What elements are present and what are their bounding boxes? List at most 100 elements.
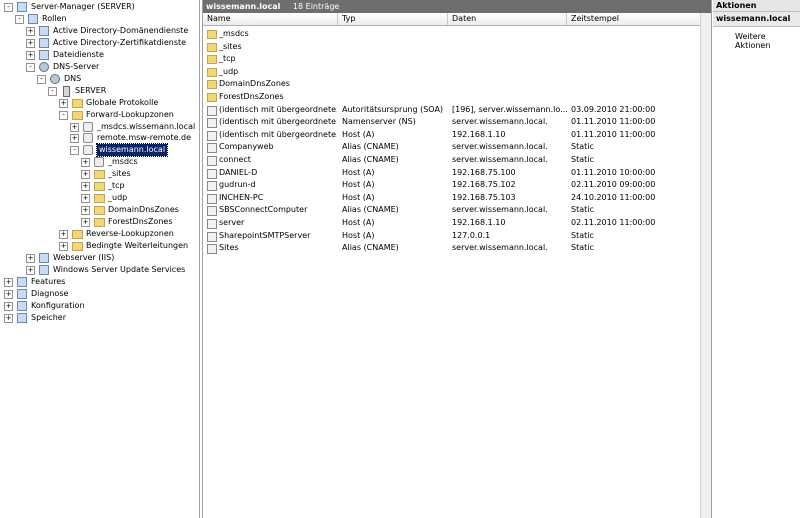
- column-data[interactable]: Daten: [448, 13, 567, 25]
- expand-icon[interactable]: +: [4, 289, 13, 299]
- column-type[interactable]: Typ: [338, 13, 448, 25]
- collapse-icon[interactable]: -: [15, 14, 24, 24]
- collapse-icon[interactable]: -: [70, 146, 79, 156]
- cell-name: INCHEN-PC: [219, 192, 264, 202]
- table-row[interactable]: DANIEL-D Host (A) 192.168.75.100 01.11.2010…: [203, 167, 711, 180]
- expand-icon[interactable]: +: [81, 218, 90, 228]
- table-row[interactable]: ForestDnsZones: [203, 91, 711, 104]
- actions-section-title[interactable]: wissemann.local: [713, 12, 800, 27]
- column-timestamp[interactable]: Zeitstempel: [567, 13, 701, 25]
- expand-icon[interactable]: +: [59, 98, 68, 108]
- collapse-icon[interactable]: -: [4, 3, 13, 12]
- folder-icon: [72, 230, 83, 240]
- collapse-icon[interactable]: -: [59, 110, 68, 120]
- tree-node-label[interactable]: _udp: [108, 192, 127, 204]
- expand-icon[interactable]: +: [26, 50, 35, 60]
- table-row[interactable]: server Host (A) 192.168.1.10 02.11.2010 11:…: [203, 217, 711, 230]
- tree-node-label[interactable]: Diagnose: [31, 288, 68, 300]
- collapse-icon[interactable]: -: [26, 62, 35, 72]
- table-row[interactable]: SharepointSMTPServer Host (A) 127.0.0.1 Sta…: [203, 230, 711, 243]
- table-row[interactable]: DomainDnsZones: [203, 78, 711, 91]
- cell-type: Host (A): [342, 217, 375, 227]
- tree-node-label[interactable]: Forward-Lookupzonen: [86, 109, 174, 121]
- expand-icon[interactable]: +: [59, 230, 68, 240]
- expand-icon[interactable]: +: [26, 253, 35, 263]
- table-row[interactable]: _udp: [203, 66, 711, 79]
- expand-icon[interactable]: +: [26, 26, 35, 36]
- server-icon: [63, 85, 70, 97]
- tree-node-label[interactable]: _msdcs: [108, 156, 138, 168]
- table-row[interactable]: INCHEN-PC Host (A) 192.168.75.103 24.10.201…: [203, 192, 711, 205]
- cell-type: Host (A): [342, 129, 375, 139]
- tree-node-label[interactable]: Globale Protokolle: [86, 97, 158, 109]
- tree-node-label[interactable]: Server-Manager (SERVER): [31, 1, 135, 13]
- tree-node-label[interactable]: _msdcs.wissemann.local: [97, 121, 195, 133]
- expand-icon[interactable]: +: [81, 182, 90, 192]
- folder-icon: [94, 218, 105, 228]
- tree-node-label[interactable]: Active Directory-Domänendienste: [53, 25, 188, 37]
- expand-icon[interactable]: +: [4, 313, 13, 323]
- tree-node-label[interactable]: DNS: [64, 73, 81, 85]
- tree-node-label[interactable]: Webserver (IIS): [53, 252, 114, 264]
- cell-timestamp: 01.11.2010 10:00:00: [571, 167, 656, 177]
- cell-name: Sites: [219, 243, 239, 253]
- collapse-icon[interactable]: -: [37, 74, 46, 84]
- tree-node-label[interactable]: DNS-Server: [53, 61, 99, 73]
- table-row[interactable]: (identisch mit übergeordnete... Host (A) 1…: [203, 129, 711, 142]
- tree-node-label[interactable]: Rollen: [42, 13, 67, 25]
- table-row[interactable]: connect Alias (CNAME) server.wissemann.loc…: [203, 154, 711, 167]
- table-row[interactable]: gudrun-d Host (A) 192.168.75.102 02.11.2010…: [203, 179, 711, 192]
- configuration-icon: [17, 300, 27, 311]
- tree-node-label[interactable]: Dateidienste: [53, 49, 104, 61]
- tree-node-label[interactable]: remote.msw-remote.de: [97, 132, 191, 144]
- folder-icon: [94, 194, 105, 204]
- tree-node-label[interactable]: Windows Server Update Services: [53, 264, 185, 276]
- folder-icon: [207, 92, 217, 102]
- tree-node-label[interactable]: Features: [31, 276, 65, 288]
- expand-icon[interactable]: +: [70, 122, 79, 132]
- table-row[interactable]: _sites: [203, 41, 711, 54]
- tree-node-label[interactable]: Speicher: [31, 312, 66, 324]
- cell-data: 192.168.75.102: [452, 180, 516, 190]
- more-actions-link[interactable]: Weitere Aktionen: [713, 27, 800, 50]
- tree-node-label[interactable]: SERVER: [75, 85, 106, 97]
- cell-type: Alias (CNAME): [342, 142, 399, 152]
- table-row[interactable]: Sites Alias (CNAME) server.wissemann.local…: [203, 242, 711, 255]
- cell-data: server.wissemann.local.: [452, 154, 548, 164]
- tree-node-label[interactable]: Active Directory-Zertifikatdienste: [53, 37, 186, 49]
- expand-icon[interactable]: +: [4, 301, 13, 311]
- folder-icon: [207, 80, 217, 90]
- expand-icon[interactable]: +: [81, 158, 90, 168]
- cell-name: _msdcs: [219, 29, 249, 38]
- expand-icon[interactable]: +: [81, 170, 90, 180]
- vertical-scrollbar[interactable]: [700, 13, 711, 518]
- table-row[interactable]: _msdcs: [203, 28, 711, 41]
- tree-node-label[interactable]: Reverse-Lookupzonen: [86, 228, 174, 240]
- tree-node-label[interactable]: Konfiguration: [31, 300, 85, 312]
- expand-icon[interactable]: +: [26, 38, 35, 48]
- collapse-icon[interactable]: -: [48, 86, 57, 96]
- tree-node-label[interactable]: Bedingte Weiterleitungen: [86, 240, 188, 252]
- cell-type: Autoritätsursprung (SOA): [342, 104, 444, 114]
- expand-icon[interactable]: +: [59, 242, 68, 251]
- tree-node-label[interactable]: _tcp: [108, 180, 125, 192]
- tree-node-label[interactable]: wissemann.local: [95, 143, 169, 158]
- tree-node-label[interactable]: _sites: [108, 168, 131, 180]
- ad-ds-icon: [39, 25, 49, 36]
- column-name[interactable]: Name: [203, 13, 338, 25]
- actions-pane: Aktionen wissemann.local Weitere Aktione…: [713, 0, 800, 518]
- table-row[interactable]: Companyweb Alias (CNAME) server.wissemann.…: [203, 141, 711, 154]
- expand-icon[interactable]: +: [81, 206, 90, 216]
- expand-icon[interactable]: +: [26, 265, 35, 275]
- tree-node-label[interactable]: DomainDnsZones: [108, 204, 179, 216]
- table-row[interactable]: _tcp: [203, 53, 711, 66]
- table-row[interactable]: (identisch mit übergeordnete... Autorität…: [203, 104, 711, 117]
- table-row[interactable]: SBSConnectComputer Alias (CNAME) server.wi…: [203, 204, 711, 217]
- tree-node-label[interactable]: ForestDnsZones: [108, 216, 172, 228]
- expand-icon[interactable]: +: [70, 134, 79, 144]
- expand-icon[interactable]: +: [4, 277, 13, 287]
- table-row[interactable]: (identisch mit übergeordnete... Namenserv…: [203, 116, 711, 129]
- folder-icon: [207, 42, 217, 52]
- file-services-icon: [39, 49, 49, 60]
- expand-icon[interactable]: +: [81, 194, 90, 204]
